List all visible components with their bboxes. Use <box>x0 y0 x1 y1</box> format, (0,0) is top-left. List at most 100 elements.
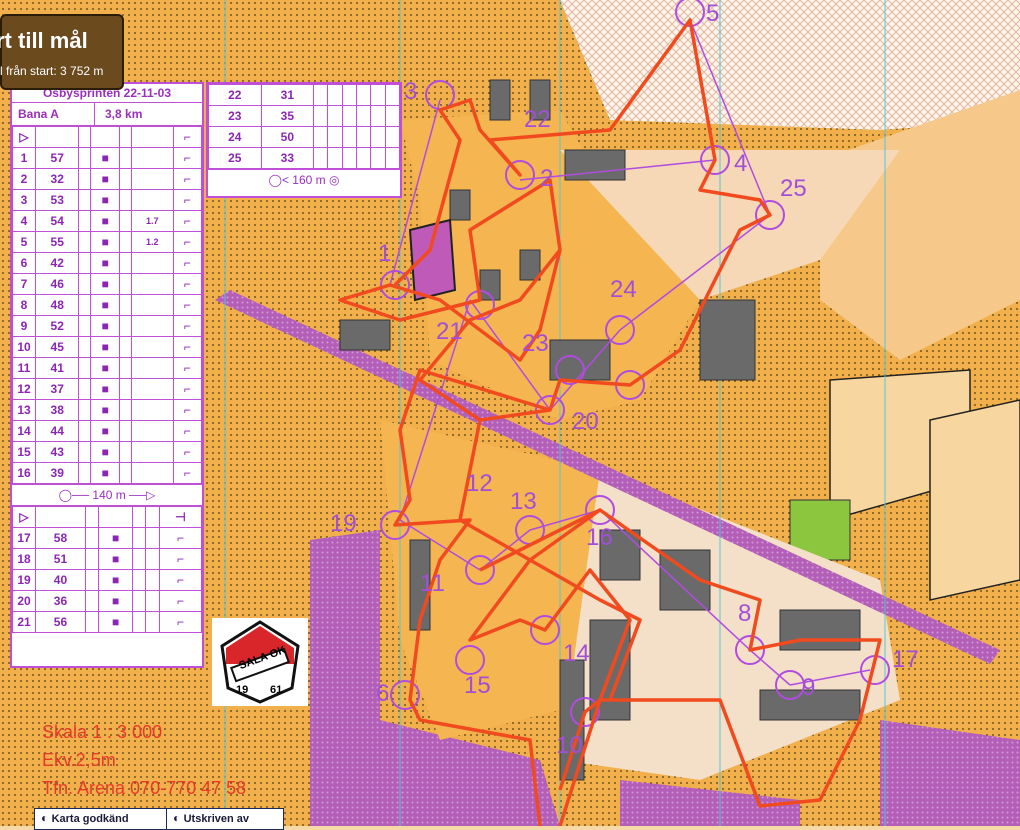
dimension-cell <box>131 420 174 442</box>
symbol-cell <box>313 84 329 106</box>
feature-icon: ■ <box>98 548 133 570</box>
symbol-cell <box>327 105 343 127</box>
control-description-row: 18 51 ■ ⌐ <box>12 548 203 570</box>
appearance-cell <box>119 315 133 337</box>
symbol-cell <box>370 126 386 148</box>
symbol-cell <box>78 294 92 316</box>
symbol-cell <box>327 147 343 169</box>
dimension-cell <box>131 378 174 400</box>
control-code: 44 <box>34 420 80 442</box>
location-icon: ⌐ <box>172 273 203 295</box>
location-icon: ⌐ <box>158 611 203 633</box>
control-description-row: 15 43 ■ ⌐ <box>12 441 203 463</box>
appearance-cell <box>131 548 147 570</box>
control-code: 43 <box>34 441 80 463</box>
control-description-row: 1 57 ■ ⌐ <box>12 147 203 169</box>
symbol-cell <box>313 126 329 148</box>
control-number-label: 2 <box>540 165 554 192</box>
control-description-row: 4 54 ■ 1.7 ⌐ <box>12 210 203 232</box>
map-approved-badge: ◐ Karta godkänd <box>34 808 172 830</box>
control-code: 50 <box>260 126 315 148</box>
symbol-cell <box>84 527 100 549</box>
control-table-3: 22 31 23 35 24 50 25 33 <box>208 84 401 169</box>
control-number: 7 <box>12 273 36 295</box>
symbol-cell <box>78 420 92 442</box>
appearance-cell <box>119 336 133 358</box>
location-icon: ⌐ <box>172 168 203 190</box>
feature-icon: ■ <box>90 147 121 169</box>
symbol-cell <box>384 147 401 169</box>
symbol-cell <box>341 126 358 148</box>
control-code: 31 <box>260 84 315 106</box>
control-code: 51 <box>35 548 86 570</box>
control-number: 17 <box>12 527 36 549</box>
feature-icon: ■ <box>90 378 121 400</box>
control-number: 15 <box>12 441 36 463</box>
control-number: 2 <box>12 168 36 190</box>
control-number-label: 1 <box>378 240 392 267</box>
marked-route-length: 140 m <box>92 488 126 502</box>
route-distance: l från start: 3 752 m <box>0 64 104 78</box>
symbol-cell <box>78 441 92 463</box>
feature-icon: ■ <box>90 357 121 379</box>
control-code: 57 <box>34 147 80 169</box>
control-description-row: 5 55 ■ 1.2 ⌐ <box>12 231 203 253</box>
control-code: 56 <box>35 611 86 633</box>
dimension-cell <box>131 147 174 169</box>
symbol-cell <box>78 147 92 169</box>
control-code: 32 <box>34 168 80 190</box>
feature-icon: ■ <box>90 315 121 337</box>
control-description-row: 8 48 ■ ⌐ <box>12 294 203 316</box>
club-year-right: 61 <box>270 684 283 696</box>
location-icon: ⌐ <box>172 189 203 211</box>
control-code: 36 <box>35 590 86 612</box>
control-description-row: 16 39 ■ ⌐ <box>12 462 203 484</box>
symbol-cell <box>84 590 100 612</box>
control-code: 52 <box>34 315 80 337</box>
symbol-cell <box>384 84 401 106</box>
appearance-cell <box>119 441 133 463</box>
control-number: 4 <box>12 210 36 232</box>
symbol-cell <box>356 105 372 127</box>
control-code: 38 <box>34 399 80 421</box>
course-name: Bana A <box>12 103 95 125</box>
dimension-cell <box>131 273 174 295</box>
appearance-cell <box>119 210 133 232</box>
appearance-cell <box>131 569 147 591</box>
club-year-left: 19 <box>236 684 249 696</box>
control-number-label: 19 <box>330 510 357 537</box>
dimension-cell <box>131 294 174 316</box>
symbol-cell <box>78 315 92 337</box>
dimension-cell <box>131 462 174 484</box>
symbol-cell <box>341 147 358 169</box>
control-number: 8 <box>12 294 36 316</box>
control-number: 20 <box>12 590 36 612</box>
control-description-panel: Ösbysprinten 22-11-03 Bana A 3,8 km ▷ ⌐ 1… <box>10 82 204 668</box>
symbol-cell <box>356 126 372 148</box>
dimension-cell: 1.2 <box>131 231 174 253</box>
control-description-row: 9 52 ■ ⌐ <box>12 315 203 337</box>
appearance-cell <box>119 189 133 211</box>
control-number-label: 16 <box>586 524 613 551</box>
control-number-label: 5 <box>706 0 720 27</box>
appearance-cell <box>119 294 133 316</box>
control-description-row: 23 35 <box>208 105 401 127</box>
dimension-cell <box>131 357 174 379</box>
start-icon: ▷ <box>12 126 36 148</box>
control-code: 41 <box>34 357 80 379</box>
appearance-cell <box>119 168 133 190</box>
location-icon: ⌐ <box>158 590 203 612</box>
arena-phone: Tfn. Arena 070-770 47 58 <box>42 778 247 798</box>
symbol-cell <box>327 126 343 148</box>
symbol-cell <box>78 231 92 253</box>
control-code: 37 <box>34 378 80 400</box>
feature-icon: ■ <box>90 294 121 316</box>
feature-icon: ■ <box>98 590 133 612</box>
symbol-cell <box>356 147 372 169</box>
dimension-cell <box>131 336 174 358</box>
symbol-cell <box>384 126 401 148</box>
symbol-cell <box>370 147 386 169</box>
symbol-cell <box>370 105 386 127</box>
control-number-label: 17 <box>892 646 919 673</box>
control-number: 9 <box>12 315 36 337</box>
